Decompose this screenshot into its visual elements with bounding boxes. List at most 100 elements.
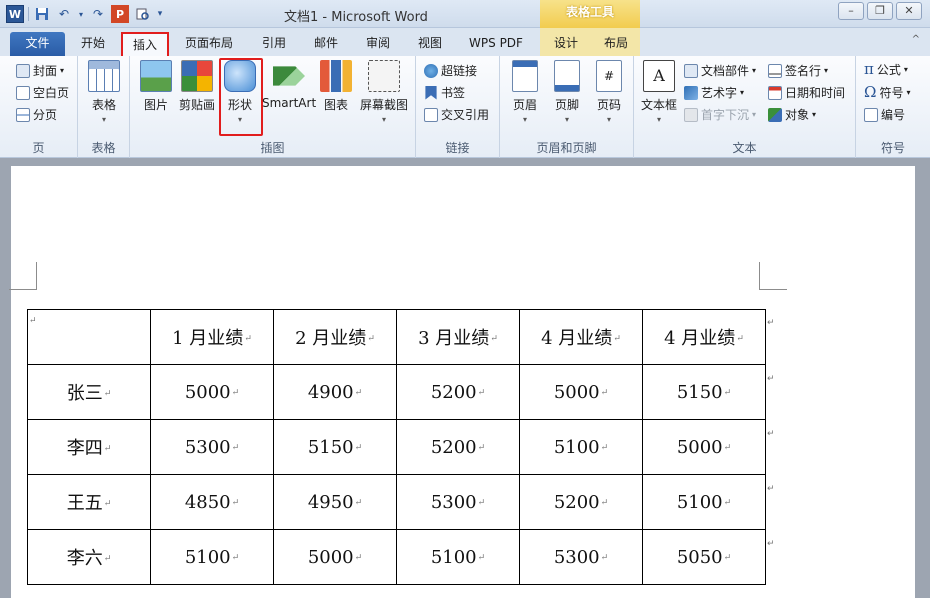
word-app-icon[interactable]: W <box>6 5 24 23</box>
chart-icon <box>320 60 352 92</box>
table-cell[interactable]: 5300↵ <box>396 474 520 530</box>
table-cell[interactable]: 2 月业绩↵ <box>273 309 397 365</box>
print-preview-icon[interactable] <box>133 5 151 23</box>
table-cell[interactable]: 4950↵ <box>273 474 397 530</box>
tab-page-layout[interactable]: 页面布局 <box>176 32 242 56</box>
tab-view[interactable]: 视图 <box>408 32 452 56</box>
powerpoint-icon[interactable]: P <box>111 5 129 23</box>
tab-design[interactable]: 设计 <box>546 32 586 56</box>
table-row: 李四↵ 5300↵ 5150↵ 5200↵ 5100↵ 5000↵ <box>27 419 766 475</box>
table-cell[interactable]: 5100↵ <box>396 529 520 585</box>
table-cell[interactable]: 张三↵ <box>27 364 151 420</box>
minimize-icon[interactable]: – <box>838 2 864 20</box>
group-header-footer: 页眉 ▾ 页脚 ▾ # 页码 ▾ 页眉和页脚 <box>500 56 634 158</box>
tab-review[interactable]: 审阅 <box>356 32 400 56</box>
chart-button[interactable]: 图表 <box>318 60 354 113</box>
footer-button[interactable]: 页脚 ▾ <box>548 60 586 124</box>
document-area[interactable]: ↵ 1 月业绩↵ 2 月业绩↵ 3 月业绩↵ 4 月业绩↵ 4 月业绩↵ 张三↵… <box>0 158 930 598</box>
tab-references[interactable]: 引用 <box>252 32 296 56</box>
customize-qat-icon[interactable]: ▾ <box>155 5 165 23</box>
restore-icon[interactable]: ❐ <box>867 2 893 20</box>
object-button[interactable]: 对象 ▾ <box>768 106 816 123</box>
tab-wps-pdf[interactable]: WPS PDF <box>460 32 532 56</box>
table-cell[interactable]: 5050↵ <box>642 529 766 585</box>
clipart-button[interactable]: 剪贴画 <box>176 60 218 113</box>
table-cell[interactable]: 5300↵ <box>519 529 643 585</box>
collapse-ribbon-icon[interactable]: ^ <box>912 34 920 45</box>
page-break-button[interactable]: 分页 <box>16 106 57 123</box>
numbering-button[interactable]: 编号 <box>864 106 905 123</box>
table-cell[interactable]: 4 月业绩↵ <box>642 309 766 365</box>
equation-button[interactable]: π 公式 ▾ <box>864 60 908 78</box>
save-icon[interactable] <box>33 5 51 23</box>
tab-home[interactable]: 开始 <box>70 32 116 56</box>
table-cell[interactable]: 5000↵ <box>519 364 643 420</box>
bookmark-button[interactable]: 书签 <box>424 84 465 101</box>
smartart-button[interactable]: SmartArt <box>262 60 316 110</box>
group-label-links: 链接 <box>445 141 470 155</box>
object-icon <box>768 107 782 122</box>
tab-file[interactable]: 文件 <box>10 32 65 56</box>
table-cell[interactable]: 李六↵ <box>27 529 151 585</box>
table-cell[interactable]: 5000↵ <box>273 529 397 585</box>
undo-dropdown-icon[interactable]: ▾ <box>77 5 85 23</box>
table-cell[interactable]: 3 月业绩↵ <box>396 309 520 365</box>
undo-icon[interactable]: ↶ <box>55 5 73 23</box>
blank-page-button[interactable]: 空白页 <box>16 84 69 101</box>
tab-layout[interactable]: 布局 <box>596 32 636 56</box>
table-cell[interactable]: 5100↵ <box>519 419 643 475</box>
group-label-pages: 页 <box>32 141 45 155</box>
textbox-button[interactable]: A 文本框 ▾ <box>638 60 680 124</box>
tab-insert[interactable]: 插入 <box>121 32 169 56</box>
sales-table[interactable]: ↵ 1 月业绩↵ 2 月业绩↵ 3 月业绩↵ 4 月业绩↵ 4 月业绩↵ 张三↵… <box>27 309 766 585</box>
table-cell[interactable]: 李四↵ <box>27 419 151 475</box>
wordart-button[interactable]: 艺术字 ▾ <box>684 84 744 101</box>
hyperlink-button[interactable]: 超链接 <box>424 62 477 79</box>
table-cell[interactable]: 5100↵ <box>150 529 274 585</box>
table-cell[interactable]: 1 月业绩↵ <box>150 309 274 365</box>
page-break-icon <box>16 107 30 122</box>
redo-icon[interactable]: ↷ <box>89 5 107 23</box>
quick-parts-button[interactable]: 文档部件 ▾ <box>684 62 756 79</box>
page-number-icon: # <box>596 60 622 92</box>
table-cell[interactable]: 5100↵ <box>642 474 766 530</box>
cross-reference-button[interactable]: 交叉引用 <box>424 106 489 123</box>
date-time-button[interactable]: 日期和时间 <box>768 84 845 101</box>
table-cell[interactable]: 5200↵ <box>396 419 520 475</box>
group-tables: 表格 ▾ 表格 <box>78 56 130 158</box>
group-symbols: π 公式 ▾ Ω 符号 ▾ 编号 符号 <box>856 56 930 158</box>
group-text: A 文本框 ▾ 文档部件 ▾ 艺术字 ▾ 首字下沉 ▾ 签名行 ▾ 日期和时间 对象 ▾ … <box>634 56 856 158</box>
cross-reference-icon <box>424 107 438 122</box>
page-number-button[interactable]: # 页码 ▾ <box>590 60 628 124</box>
table-cell[interactable]: 4 月业绩↵ <box>519 309 643 365</box>
table-button[interactable]: 表格 ▾ <box>86 60 122 124</box>
table-cell[interactable]: 4850↵ <box>150 474 274 530</box>
table-row: 王五↵ 4850↵ 4950↵ 5300↵ 5200↵ 5100↵ <box>27 474 766 530</box>
signature-line-button[interactable]: 签名行 ▾ <box>768 62 828 79</box>
table-cell[interactable]: 4900↵ <box>273 364 397 420</box>
table-cell[interactable]: 5200↵ <box>519 474 643 530</box>
crop-mark-left <box>9 262 37 290</box>
group-illustrations: 图片 剪贴画 形状 ▾ SmartArt 图表 屏幕截图 ▾ 插图 <box>130 56 416 158</box>
group-label-tables: 表格 <box>91 141 116 155</box>
header-button[interactable]: 页眉 ▾ <box>506 60 544 124</box>
cover-page-button[interactable]: 封面 ▾ <box>16 62 64 79</box>
row-end-mark: ↵ <box>767 484 775 494</box>
table-cell[interactable]: ↵ <box>27 309 151 365</box>
drop-cap-button[interactable]: 首字下沉 ▾ <box>684 106 756 123</box>
close-icon[interactable]: ✕ <box>896 2 922 20</box>
screenshot-button[interactable]: 屏幕截图 ▾ <box>356 60 412 124</box>
title-bar: W ↶ ▾ ↷ P ▾ 文档1 - Microsoft Word 表格工具 – … <box>0 0 930 28</box>
table-cell[interactable]: 5150↵ <box>642 364 766 420</box>
table-cell[interactable]: 王五↵ <box>27 474 151 530</box>
table-cell[interactable]: 5000↵ <box>150 364 274 420</box>
picture-button[interactable]: 图片 <box>138 60 174 113</box>
symbol-button[interactable]: Ω 符号 ▾ <box>864 83 910 101</box>
table-cell[interactable]: 5150↵ <box>273 419 397 475</box>
document-page[interactable]: ↵ 1 月业绩↵ 2 月业绩↵ 3 月业绩↵ 4 月业绩↵ 4 月业绩↵ 张三↵… <box>9 166 915 598</box>
table-cell[interactable]: 5000↵ <box>642 419 766 475</box>
table-cell[interactable]: 5300↵ <box>150 419 274 475</box>
table-cell[interactable]: 5200↵ <box>396 364 520 420</box>
tab-mailings[interactable]: 邮件 <box>304 32 348 56</box>
textbox-icon: A <box>643 60 675 92</box>
